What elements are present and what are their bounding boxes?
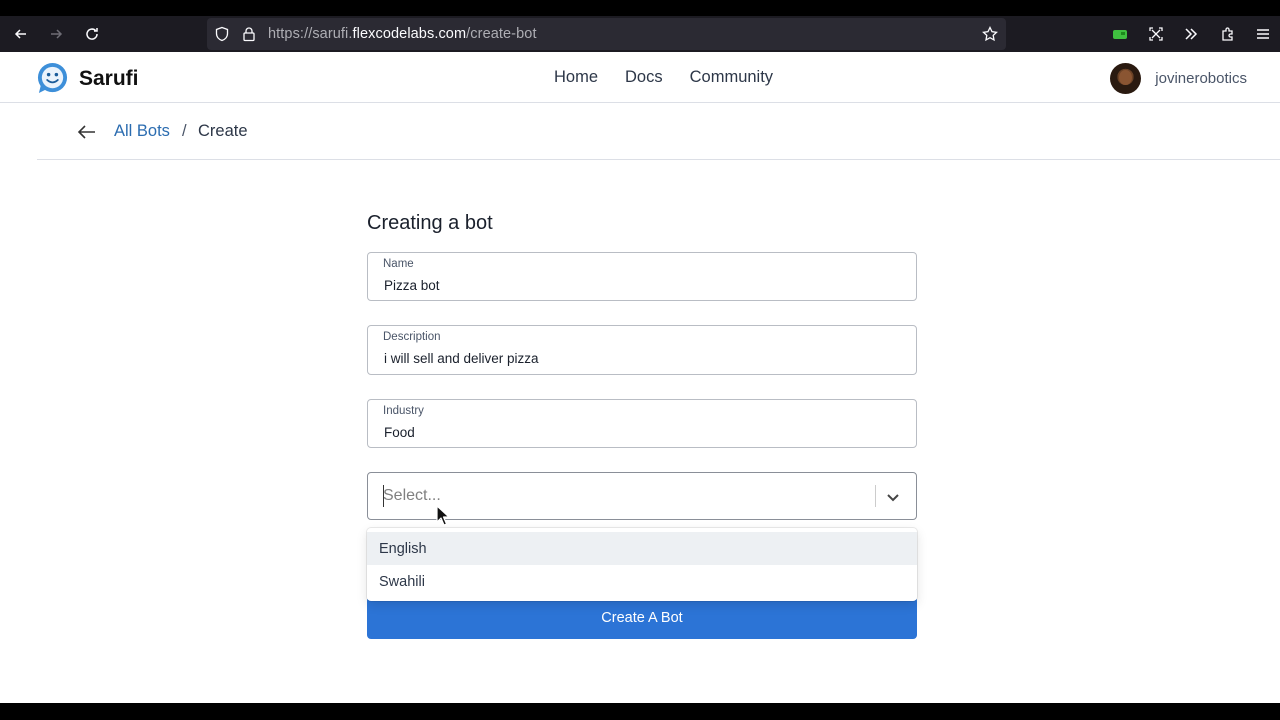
description-field[interactable]: Description i will sell and deliver pizz… bbox=[367, 325, 917, 375]
forward-icon[interactable] bbox=[44, 22, 68, 46]
address-bar[interactable]: https://sarufi.flexcodelabs.com/create-b… bbox=[207, 18, 1006, 50]
brand-name: Sarufi bbox=[79, 66, 139, 90]
nav-docs[interactable]: Docs bbox=[625, 68, 663, 87]
reload-icon[interactable] bbox=[80, 22, 104, 46]
screen-top-edge bbox=[0, 0, 1280, 16]
description-value[interactable]: i will sell and deliver pizza bbox=[384, 351, 539, 366]
puzzle-extensions-icon[interactable] bbox=[1216, 22, 1240, 46]
breadcrumb-current: Create bbox=[198, 122, 248, 140]
arrow-left-icon[interactable] bbox=[77, 122, 97, 142]
lock-icon[interactable] bbox=[241, 26, 257, 42]
chevron-down-icon[interactable] bbox=[883, 487, 903, 507]
username[interactable]: jovinerobotics bbox=[1155, 70, 1247, 87]
extension-green-icon[interactable] bbox=[1108, 22, 1132, 46]
industry-label: Industry bbox=[383, 405, 424, 417]
web-page: Sarufi Home Docs Community jovinerobotic… bbox=[0, 52, 1280, 703]
option-swahili[interactable]: Swahili bbox=[367, 565, 917, 598]
industry-field[interactable]: Industry Food bbox=[367, 399, 917, 448]
screenshot-icon[interactable] bbox=[1144, 22, 1168, 46]
browser-toolbar: https://sarufi.flexcodelabs.com/create-b… bbox=[0, 16, 1280, 52]
screen-bottom-edge bbox=[0, 703, 1280, 720]
breadcrumb-separator: / bbox=[182, 122, 187, 140]
nav-community[interactable]: Community bbox=[690, 68, 773, 87]
nav-home[interactable]: Home bbox=[554, 68, 598, 87]
description-label: Description bbox=[383, 331, 441, 343]
site-header: Sarufi Home Docs Community jovinerobotic… bbox=[0, 52, 1280, 103]
industry-value[interactable]: Food bbox=[384, 425, 415, 440]
name-field[interactable]: Name Pizza bot bbox=[367, 252, 917, 301]
hamburger-menu-icon[interactable] bbox=[1251, 22, 1275, 46]
url-prefix: https://sarufi. bbox=[268, 26, 353, 42]
name-value[interactable]: Pizza bot bbox=[384, 278, 440, 293]
name-label: Name bbox=[383, 258, 414, 270]
language-select-placeholder[interactable]: Select... bbox=[383, 487, 441, 505]
main-nav: Home Docs Community bbox=[554, 68, 800, 87]
text-caret bbox=[383, 485, 384, 507]
user-menu[interactable]: jovinerobotics bbox=[1110, 63, 1247, 94]
url-path: /create-bot bbox=[466, 26, 537, 42]
breadcrumb: All Bots / Create bbox=[37, 103, 1280, 160]
star-bookmark-icon[interactable] bbox=[982, 26, 998, 42]
avatar[interactable] bbox=[1110, 63, 1142, 94]
breadcrumb-all-bots[interactable]: All Bots bbox=[114, 122, 170, 141]
mouse-pointer-icon bbox=[436, 505, 450, 526]
brand-logo[interactable]: Sarufi bbox=[36, 62, 139, 95]
back-icon[interactable] bbox=[9, 22, 33, 46]
create-bot-button[interactable]: Create A Bot bbox=[367, 597, 917, 639]
option-english[interactable]: English bbox=[367, 532, 917, 565]
language-options-menu: English Swahili bbox=[367, 528, 917, 601]
url-text: https://sarufi.flexcodelabs.com/create-b… bbox=[268, 26, 537, 42]
sarufi-logo-icon bbox=[37, 62, 68, 94]
select-divider bbox=[875, 485, 876, 507]
shield-icon[interactable] bbox=[214, 26, 230, 42]
url-host: flexcodelabs.com bbox=[352, 26, 467, 42]
chevrons-right-icon[interactable] bbox=[1179, 22, 1203, 46]
form-title: Creating a bot bbox=[367, 212, 493, 234]
